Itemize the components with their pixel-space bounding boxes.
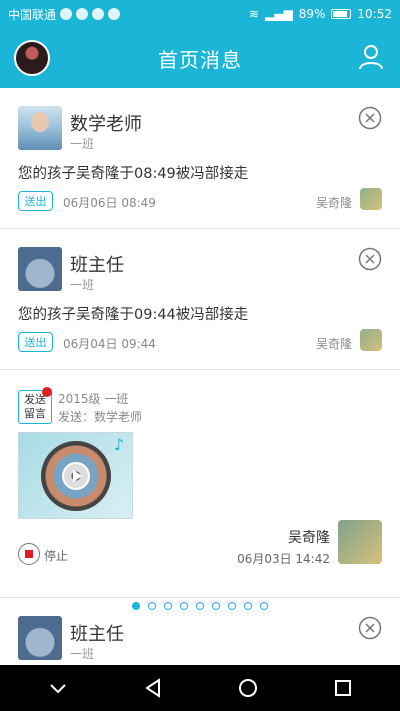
stop-icon[interactable] <box>18 543 40 565</box>
status-badge: 送出 <box>18 332 53 352</box>
page-dot[interactable] <box>212 602 220 610</box>
page-dot[interactable] <box>260 602 268 610</box>
message-card[interactable]: 数学老师 一班 您的孩子吴奇隆于08:49被冯部接走 送出 06月06日 08:… <box>0 88 400 229</box>
page-dot[interactable] <box>228 602 236 610</box>
app-bar: 首页消息 <box>0 28 400 88</box>
grade-class: 2015级 一班 <box>58 392 129 406</box>
battery-icon <box>331 9 352 19</box>
stop-label: 停止 <box>44 549 69 563</box>
page-dot[interactable] <box>244 602 252 610</box>
student-name: 吴奇隆 <box>288 530 330 546</box>
page-dot[interactable] <box>132 602 140 610</box>
message-timestamp: 06月03日 14:42 <box>237 552 330 566</box>
page-dot[interactable] <box>180 602 188 610</box>
message-list[interactable]: 数学老师 一班 您的孩子吴奇隆于08:49被冯部接走 送出 06月06日 08:… <box>0 88 400 665</box>
chevron-down-icon[interactable] <box>46 676 70 700</box>
wifi-icon: ≋ <box>248 7 260 21</box>
class-name: 一班 <box>70 137 95 151</box>
user-icon[interactable] <box>356 42 386 72</box>
back-icon[interactable] <box>141 676 165 700</box>
sender-name: 数学老师 <box>70 114 142 135</box>
close-icon[interactable] <box>358 106 382 130</box>
page-dot[interactable] <box>196 602 204 610</box>
student-name: 吴奇隆 <box>315 337 352 351</box>
send-to-label: 发送：数学老师 <box>58 410 143 424</box>
music-note-icon: ♪ <box>113 435 124 454</box>
message-timestamp: 06月04日 09:44 <box>63 337 156 351</box>
clock: 10:52 <box>357 7 392 21</box>
tiktok-notification-icon <box>108 8 121 20</box>
sender-avatar <box>18 247 62 291</box>
close-icon[interactable] <box>358 616 382 640</box>
page-title: 首页消息 <box>158 47 242 72</box>
page-indicator <box>0 602 400 614</box>
page-dot[interactable] <box>148 602 156 610</box>
app-notification-icon <box>76 8 89 20</box>
page-dot[interactable] <box>164 602 172 610</box>
sender-name: 班主任 <box>70 624 124 645</box>
student-photo[interactable] <box>360 188 382 210</box>
system-nav-bar <box>0 665 400 711</box>
signal-icon: ▂▄▆ <box>265 7 293 21</box>
student-photo[interactable] <box>338 520 382 564</box>
home-icon[interactable] <box>236 676 260 700</box>
class-name: 一班 <box>70 278 95 292</box>
unread-dot <box>42 387 52 397</box>
chat-notification-icon <box>60 8 73 20</box>
battery-label: 89% <box>298 7 326 21</box>
message-text: 您的孩子吴奇隆于08:49被冯部接走 <box>18 166 249 182</box>
close-icon[interactable] <box>358 247 382 271</box>
sender-avatar <box>18 106 62 150</box>
recents-icon[interactable] <box>331 676 355 700</box>
download-notification-icon <box>92 8 105 20</box>
badge-line2: 留言 <box>24 407 46 420</box>
class-name: 一班 <box>70 647 95 661</box>
profile-avatar[interactable] <box>14 40 50 76</box>
status-bar: 中国联通 ≋ ▂▄▆ 89% 10:52 <box>0 0 400 28</box>
media-thumbnail[interactable]: ♪ <box>18 432 133 519</box>
sender-name: 班主任 <box>70 255 124 276</box>
carrier-label: 中国联通 <box>8 7 57 22</box>
status-badge: 送出 <box>18 191 53 211</box>
sender-avatar <box>18 616 62 660</box>
message-text: 您的孩子吴奇隆于09:44被冯部接走 <box>18 307 249 323</box>
voice-message-card[interactable]: 发送 留言 2015级 一班 发送：数学老师 ♪ 停止 吴奇隆 06月03日 1… <box>0 370 400 598</box>
message-card[interactable]: 班主任 一班 您的孩子吴奇隆于09:44被冯部接走 送出 06月04日 09:4… <box>0 229 400 370</box>
message-timestamp: 06月06日 08:49 <box>63 196 156 210</box>
play-icon[interactable] <box>62 462 90 490</box>
student-name: 吴奇隆 <box>315 196 352 210</box>
student-photo[interactable] <box>360 329 382 351</box>
